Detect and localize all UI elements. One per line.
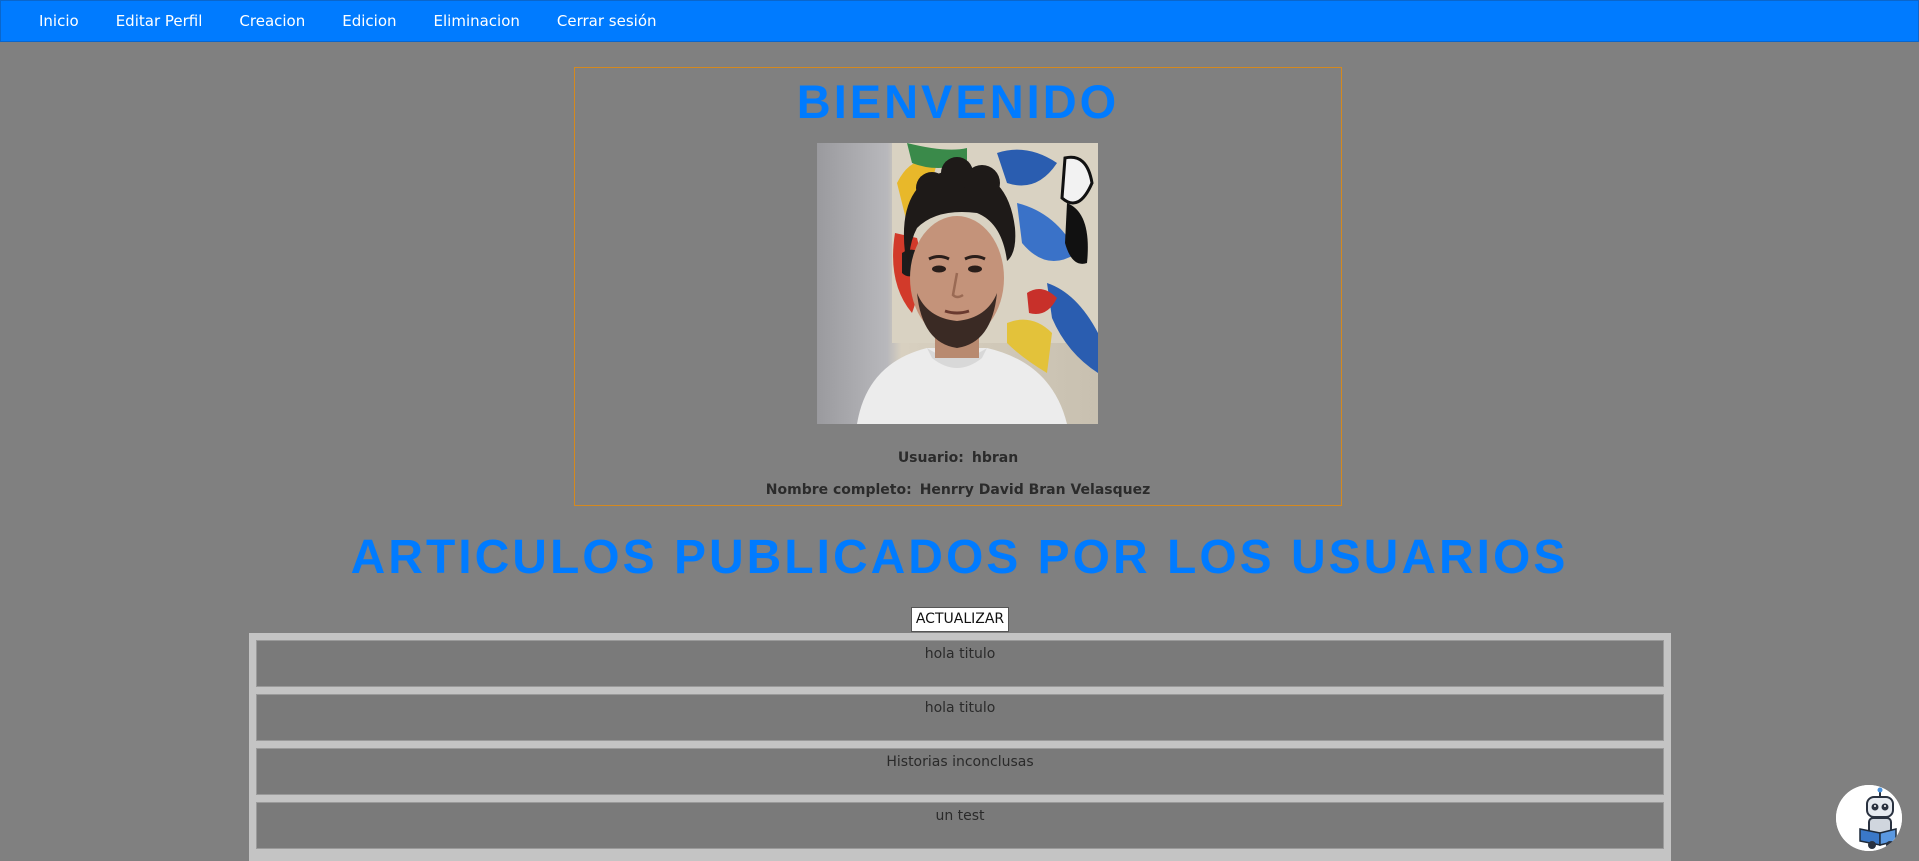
nav-item-edicion[interactable]: Edicion [342, 12, 396, 30]
fullname-value: Henrry David Bran Velasquez [919, 482, 1151, 498]
welcome-title: BIENVENIDO [796, 75, 1120, 128]
nav-item-cerrar-sesion[interactable]: Cerrar sesión [557, 12, 657, 30]
username-label: Usuario: [897, 450, 964, 466]
nav-item-eliminacion[interactable]: Eliminacion [434, 12, 520, 30]
nav-item-editar-perfil[interactable]: Editar Perfil [116, 12, 203, 30]
article-item[interactable]: hola titulo [256, 694, 1664, 741]
top-navbar: Inicio Editar Perfil Creacion Edicion El… [0, 0, 1919, 42]
fullname-row: Nombre completo: Henrry David Bran Velasq… [575, 482, 1341, 498]
username-row: Usuario: hbran [575, 450, 1341, 466]
nav-item-inicio[interactable]: Inicio [39, 12, 79, 30]
articles-heading: ARTICULOS PUBLICADOS POR LOS USUARIOS [350, 531, 1569, 584]
chatbot-button[interactable] [1836, 785, 1902, 851]
robot-icon [1836, 785, 1902, 851]
article-item[interactable]: hola titulo [256, 640, 1664, 687]
profile-card: BIENVENIDO Usuario: hbran Nombre complet… [574, 67, 1342, 506]
article-item[interactable]: Historias inconclusas [256, 748, 1664, 795]
refresh-button[interactable]: ACTUALIZAR [911, 607, 1009, 632]
profile-photo [817, 143, 1098, 424]
username-value: hbran [971, 450, 1019, 466]
nav-item-creacion[interactable]: Creacion [239, 12, 305, 30]
article-item[interactable]: un test [256, 802, 1664, 849]
articles-list: hola titulo hola titulo Historias inconc… [249, 633, 1671, 861]
fullname-label: Nombre completo: [765, 482, 912, 498]
